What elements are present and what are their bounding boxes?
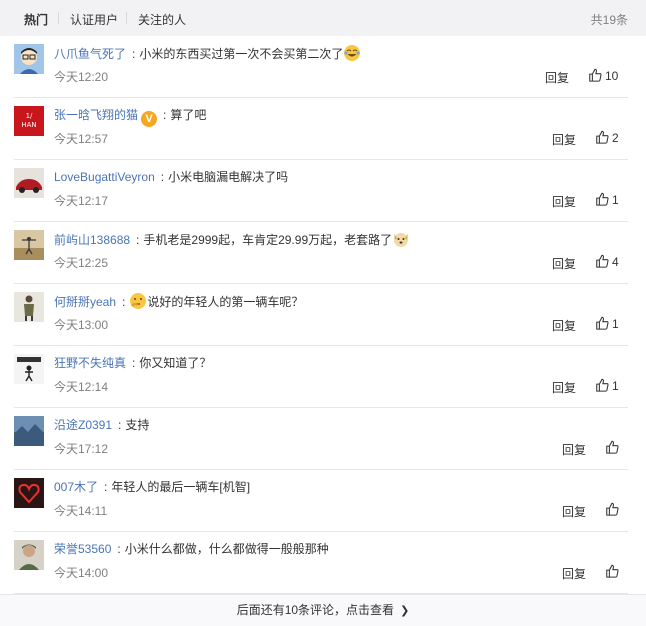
comment-username[interactable]: LoveBugattiVeyron [54, 170, 155, 184]
avatar[interactable] [14, 168, 44, 198]
comment-item: LoveBugattiVeyron: 小米电脑漏电解决了吗 今天12:17 回复 … [14, 160, 628, 222]
thumbs-up-icon [596, 378, 609, 392]
comment-time: 今天14:11 [54, 504, 108, 518]
like-count: 1 [612, 379, 619, 393]
like-button[interactable]: 1 [595, 378, 619, 394]
tab-following[interactable]: 关注的人 [138, 11, 186, 28]
tab-hot[interactable]: 热门 [24, 11, 48, 28]
comment-list: 八爪鱼气死了: 小米的东西买过第一次不会买第二次了 今天12:20 回复 10 1… [14, 36, 628, 594]
comment-item: 狂野不失纯真: 你又知道了？ 今天12:14 回复 1 [14, 346, 628, 408]
avatar[interactable] [14, 478, 44, 508]
like-button[interactable] [605, 502, 619, 518]
comment-item: 1/HAN 张一晗飞翔的猫 V: 算了吧 今天12:57 回复 2 [14, 98, 628, 160]
like-button[interactable]: 1 [595, 192, 619, 208]
avatar[interactable] [14, 292, 44, 322]
comment-username[interactable]: 荣誉53560 [54, 542, 111, 556]
comment-item: 007木了: 年轻人的最后一辆车[机智] 今天14:11 回复 [14, 470, 628, 532]
load-more-comments-link[interactable]: 后面还有10条评论，点击查看 ❯ [0, 594, 646, 626]
like-count: 2 [612, 131, 619, 145]
comment-text: 你又知道了？ [139, 356, 212, 370]
thumbs-up-icon [589, 68, 602, 82]
like-count: 4 [612, 255, 619, 269]
comment-username[interactable]: 007木了 [54, 480, 98, 494]
comment-item: 何掰掰yeah: 说好的年轻人的第一辆车呢？ 今天13:00 回复 1 [14, 284, 628, 346]
comment-item: 八爪鱼气死了: 小米的东西买过第一次不会买第二次了 今天12:20 回复 10 [14, 36, 628, 98]
avatar[interactable] [14, 230, 44, 260]
comment-item: 前屿山138688: 手机老是2999起，车肯定29.99万起，老套路了 今天12… [14, 222, 628, 284]
comment-item: 荣誉53560: 小米什么都做，什么都做得一般般那种 今天14:00 回复 [14, 532, 628, 594]
avatar[interactable]: 1/HAN [14, 106, 44, 136]
reply-button[interactable]: 回复 [552, 131, 576, 148]
thumbs-up-icon [606, 502, 619, 516]
comment-username[interactable]: 沿途Z0391 [54, 418, 112, 432]
reply-button[interactable]: 回复 [562, 565, 586, 582]
comment-username[interactable]: 前屿山138688 [54, 233, 130, 247]
reply-button[interactable]: 回复 [562, 503, 586, 520]
svg-text:HAN: HAN [21, 121, 36, 129]
comment-text: 小米什么都做，什么都做得一般般那种 [124, 542, 329, 556]
like-count: 10 [605, 69, 619, 83]
tab-divider [126, 12, 127, 24]
comment-time: 今天12:17 [54, 194, 109, 208]
comment-username[interactable]: 狂野不失纯真 [54, 356, 126, 370]
like-count: 1 [612, 317, 619, 331]
comment-filter-tabs: 热门 认证用户 关注的人 共19条 [0, 0, 646, 36]
comment-text: 算了吧 [170, 108, 207, 122]
like-button[interactable]: 2 [595, 130, 619, 146]
svg-text:1/: 1/ [26, 112, 33, 120]
like-button[interactable]: 1 [595, 316, 619, 332]
comment-total-count: 共19条 [590, 13, 628, 27]
dog-emoji-icon [392, 230, 410, 248]
thumbs-up-icon [596, 254, 609, 268]
comment-text: 手机老是2999起，车肯定29.99万起，老套路了 [143, 233, 393, 247]
reply-button[interactable]: 回复 [552, 255, 576, 272]
reply-button[interactable]: 回复 [545, 69, 569, 86]
like-button[interactable] [605, 440, 619, 456]
reply-button[interactable]: 回复 [562, 441, 586, 458]
comment-text: 说好的年轻人的第一辆车呢？ [147, 295, 304, 309]
comment-text: 年轻人的最后一辆车[机智] [111, 480, 251, 494]
comment-time: 今天17:12 [54, 442, 109, 456]
comment-time: 今天12:57 [54, 132, 109, 146]
reply-button[interactable]: 回复 [552, 193, 576, 210]
comment-time: 今天14:00 [54, 566, 109, 580]
thumbs-up-icon [596, 316, 609, 330]
comment-time: 今天12:14 [54, 380, 109, 394]
like-count: 1 [612, 193, 619, 207]
chevron-right-icon: ❯ [400, 605, 410, 617]
avatar[interactable] [14, 416, 44, 446]
like-button[interactable]: 10 [588, 68, 618, 84]
thumbs-up-icon [596, 192, 609, 206]
tab-divider [58, 12, 59, 24]
comment-text: 小米电脑漏电解决了吗 [168, 170, 289, 184]
comment-text: 支持 [125, 418, 150, 432]
avatar[interactable] [14, 540, 44, 570]
tab-verified-users[interactable]: 认证用户 [70, 11, 118, 28]
thumbs-up-icon [596, 130, 609, 144]
comment-item: 沿途Z0391: 支持 今天17:12 回复 [14, 408, 628, 470]
comment-text: 小米的东西买过第一次不会买第二次了 [139, 47, 344, 61]
laugh-cry-emoji-icon [343, 44, 361, 62]
comment-time: 今天12:20 [54, 70, 109, 84]
comment-username[interactable]: 张一晗飞翔的猫 [54, 108, 138, 122]
thumbs-up-icon [606, 440, 619, 454]
like-button[interactable] [605, 564, 619, 580]
comment-time: 今天12:25 [54, 256, 109, 270]
like-button[interactable]: 4 [595, 254, 619, 270]
load-more-label: 后面还有10条评论，点击查看 [236, 603, 395, 617]
thumbs-up-icon [606, 564, 619, 578]
comment-username[interactable]: 何掰掰yeah [54, 295, 116, 309]
comment-time: 今天13:00 [54, 318, 109, 332]
avatar[interactable] [14, 354, 44, 384]
reply-button[interactable]: 回复 [552, 379, 576, 396]
reply-button[interactable]: 回复 [552, 317, 576, 334]
thinking-emoji-icon [129, 292, 147, 310]
comment-username[interactable]: 八爪鱼气死了 [54, 47, 126, 61]
avatar[interactable] [14, 44, 44, 74]
verified-badge-icon: V [141, 111, 158, 127]
